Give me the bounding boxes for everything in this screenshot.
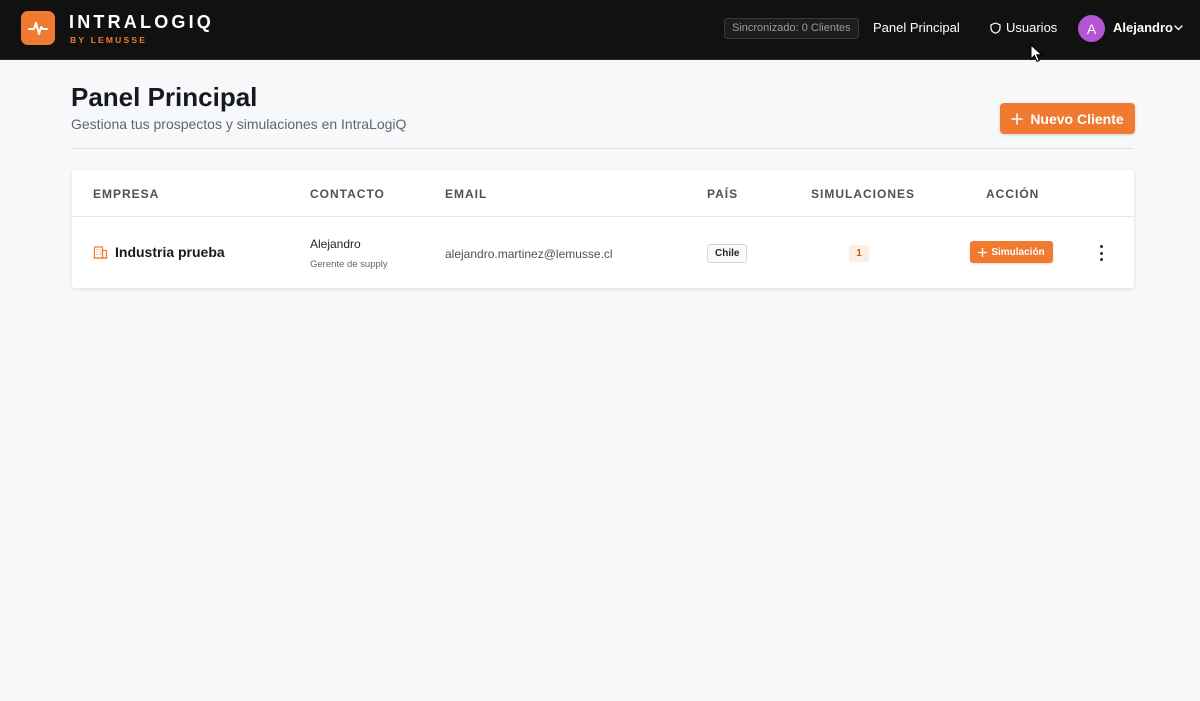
new-simulation-label: Simulación bbox=[991, 246, 1045, 258]
column-header-company[interactable]: EMPRESA bbox=[93, 187, 159, 201]
contact-name: Alejandro bbox=[310, 237, 361, 251]
column-header-email[interactable]: EMAIL bbox=[445, 187, 487, 201]
page-title: Panel Principal bbox=[71, 82, 258, 112]
chevron-down-icon[interactable] bbox=[1173, 22, 1184, 33]
nav-link-usuarios[interactable]: Usuarios bbox=[990, 20, 1057, 35]
country-badge: Chile bbox=[707, 244, 748, 263]
building-icon bbox=[93, 246, 108, 259]
column-header-contact[interactable]: CONTACTO bbox=[310, 187, 385, 201]
column-header-simulations[interactable]: SIMULACIONES bbox=[811, 187, 915, 201]
logo-pulse-icon[interactable] bbox=[21, 11, 55, 45]
header-divider bbox=[71, 148, 1134, 149]
avatar[interactable]: A bbox=[1078, 15, 1105, 42]
pulse-icon bbox=[28, 22, 48, 35]
new-simulation-button[interactable]: Simulación bbox=[970, 241, 1053, 263]
sync-status-badge: Sincronizado: 0 Clientes bbox=[724, 18, 859, 39]
row-more-menu-kebab-icon[interactable] bbox=[1096, 245, 1106, 261]
nav-link-usuarios-label: Usuarios bbox=[1006, 20, 1058, 35]
column-header-country[interactable]: PAÍS bbox=[707, 187, 738, 201]
page-subtitle: Gestiona tus prospectos y simulaciones e… bbox=[71, 116, 407, 132]
company-name[interactable]: Industria prueba bbox=[115, 244, 225, 260]
column-header-action: ACCIÓN bbox=[986, 187, 1040, 201]
user-name[interactable]: Alejandro bbox=[1113, 20, 1173, 35]
new-client-label: Nuevo Cliente bbox=[1030, 110, 1124, 127]
new-client-button[interactable]: Nuevo Cliente bbox=[1000, 103, 1135, 134]
plus-icon bbox=[1011, 112, 1024, 125]
table-row[interactable]: Industria prueba Alejandro Gerente de su… bbox=[72, 217, 1134, 288]
shield-icon bbox=[990, 21, 1001, 34]
brand-name: INTRALOGIQ bbox=[69, 12, 214, 32]
contact-email: alejandro.martinez@lemusse.cl bbox=[445, 247, 613, 261]
simulations-count-badge: 1 bbox=[849, 245, 869, 262]
top-nav-bar: INTRALOGIQ BY LEMUSSE Sincronizado: 0 Cl… bbox=[0, 0, 1200, 60]
mouse-cursor-icon bbox=[1030, 44, 1043, 63]
contact-role: Gerente de supply bbox=[310, 259, 388, 270]
clients-table: EMPRESA CONTACTO EMAIL PAÍS SIMULACIONES… bbox=[72, 170, 1134, 288]
brand-subtitle: BY LEMUSSE bbox=[70, 35, 148, 45]
table-header: EMPRESA CONTACTO EMAIL PAÍS SIMULACIONES… bbox=[72, 170, 1134, 217]
plus-icon bbox=[978, 247, 988, 257]
nav-link-panel-principal[interactable]: Panel Principal bbox=[873, 20, 960, 35]
